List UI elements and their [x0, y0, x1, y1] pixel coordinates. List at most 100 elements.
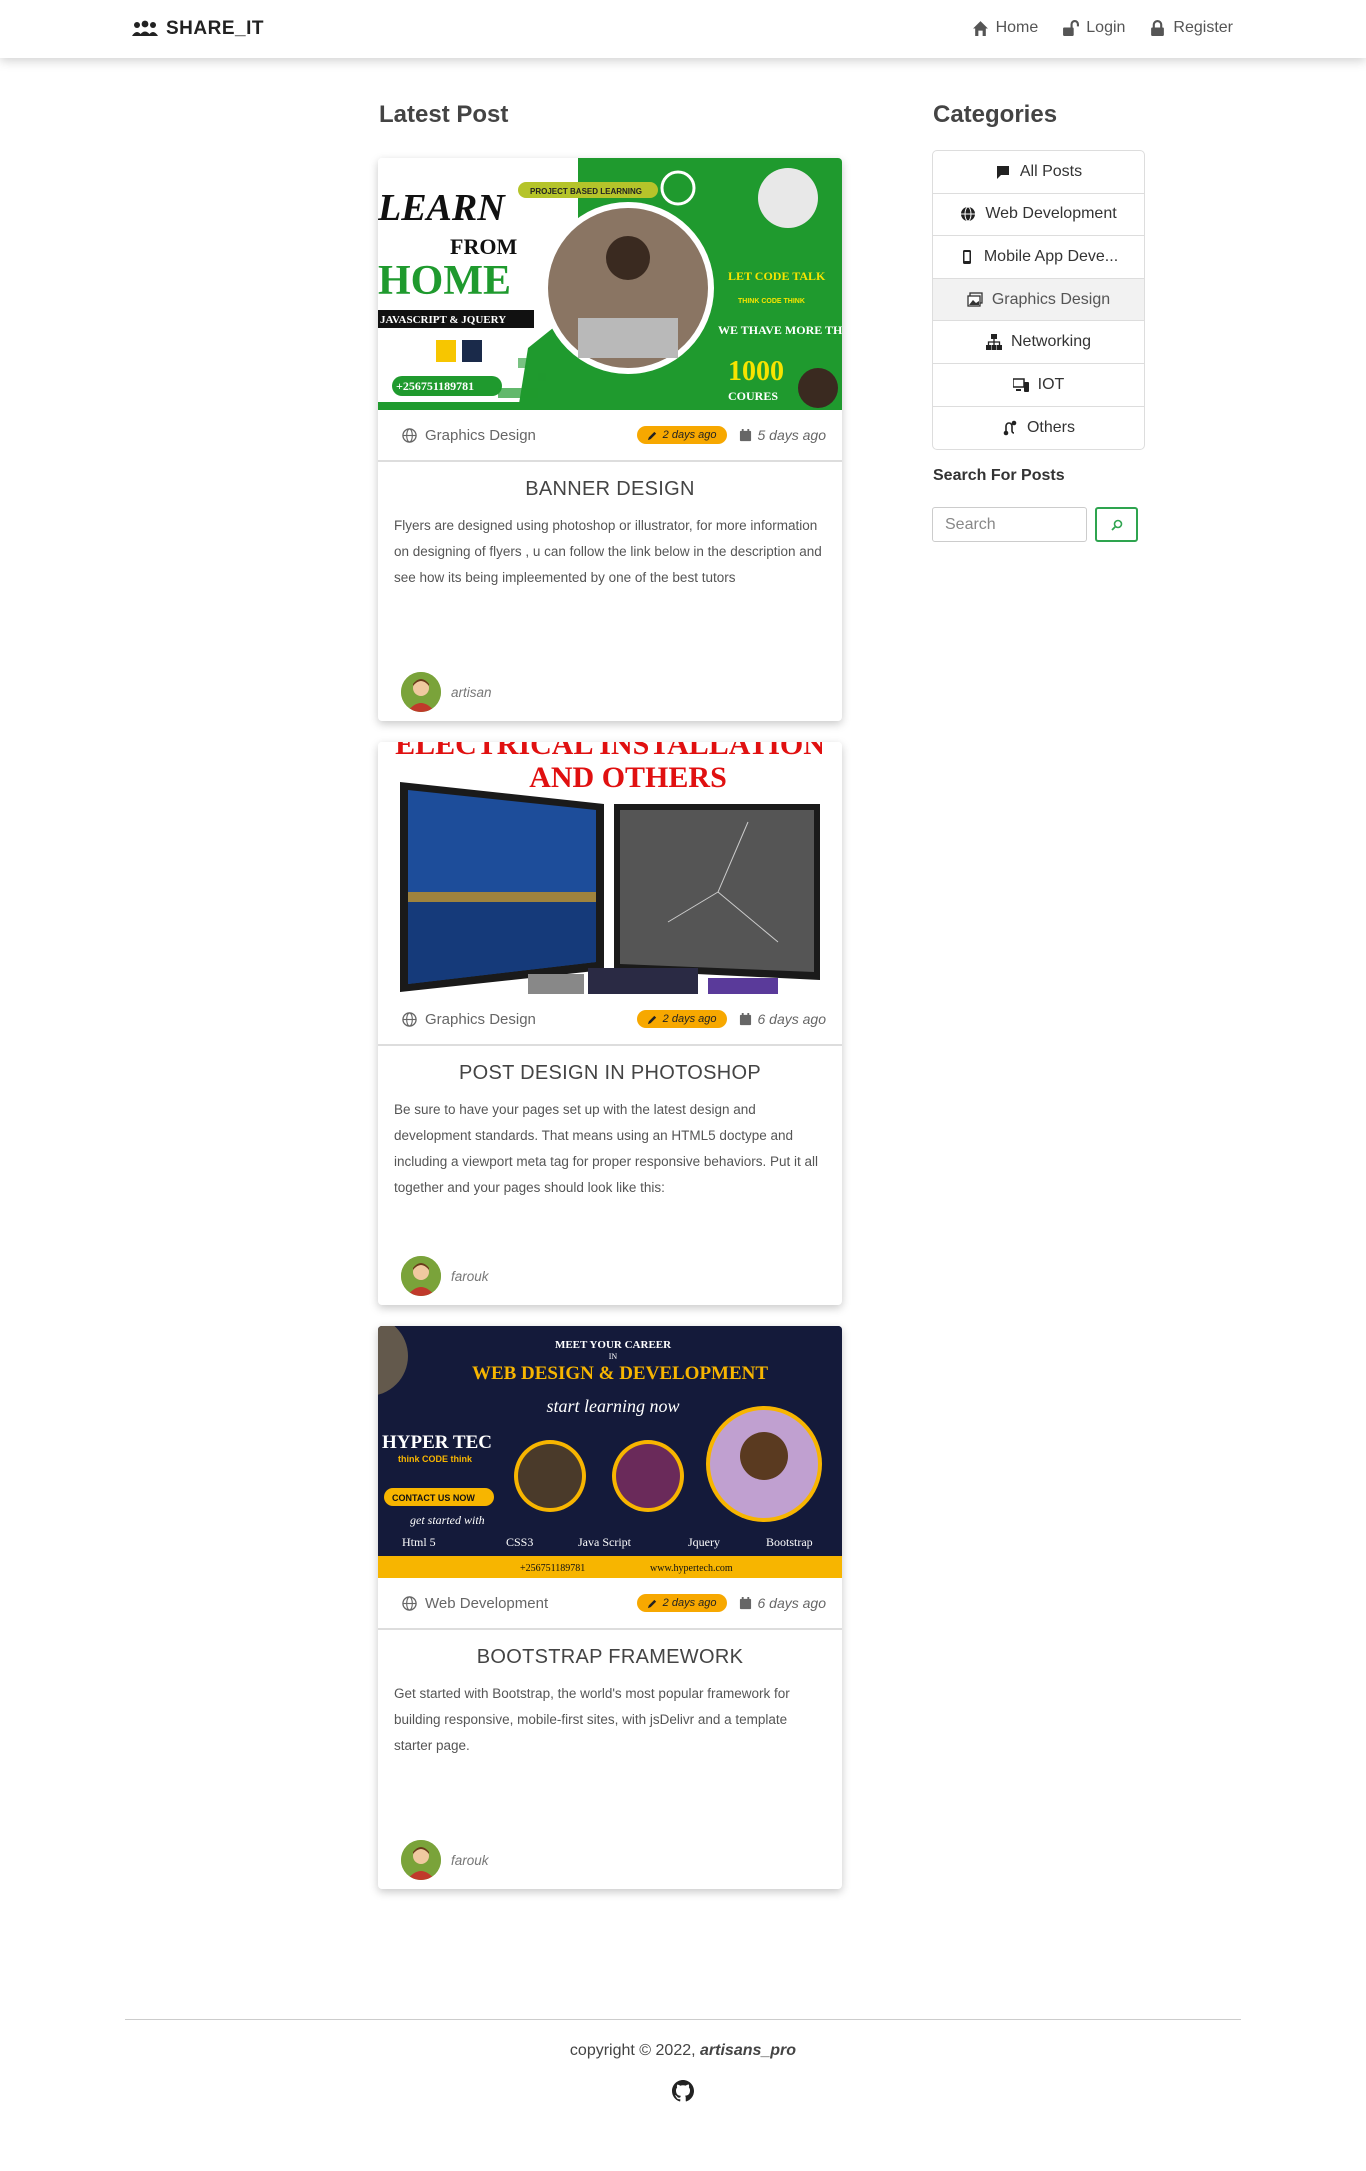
category-item-networking[interactable]: Networking [933, 321, 1144, 364]
post-category[interactable]: Graphics Design [402, 427, 637, 444]
category-item-graphics-design[interactable]: Graphics Design [933, 278, 1144, 322]
chat-icon [996, 165, 1009, 179]
web-tech-1: Html 5 [402, 1535, 436, 1549]
web-brand-text: HYPER TEC [382, 1432, 492, 1453]
banner-phone-text: +256751189781 [396, 379, 474, 393]
web-started-text: get started with [410, 1513, 485, 1527]
author-name: artisan [451, 684, 492, 700]
copyright-name[interactable]: artisans_pro [700, 2042, 796, 2059]
category-label: Mobile App Deve... [983, 247, 1119, 265]
pencil-icon [647, 1015, 656, 1024]
author-name: farouk [451, 1268, 489, 1284]
category-item-iot[interactable]: IOT [933, 364, 1144, 407]
post-date: 6 days ago [739, 1595, 826, 1611]
unlock-icon [1063, 19, 1080, 36]
post-category[interactable]: Web Development [402, 1595, 637, 1612]
post-meta: Graphics Design 2 days ago 5 days ago [378, 410, 842, 462]
status-badge: 2 days ago [636, 1010, 727, 1028]
banner-tag-text: PROJECT BASED LEARNING [530, 187, 642, 196]
network-icon [985, 334, 1002, 351]
categories-title: Categories [933, 101, 1058, 128]
pencil-icon [647, 431, 656, 440]
post-category-label: Graphics Design [425, 426, 536, 444]
post-card[interactable]: PROJECT BASED LEARNING LEARN FROM HOME J… [378, 158, 842, 721]
post-card[interactable]: ELECTRICAL INSTALLATION AND OTHERS Graph… [378, 742, 842, 1305]
nav-links: Home Login Register [972, 19, 1233, 37]
web-design-graphic: MEET YOUR CAREER IN WEB DESIGN & DEVELOP… [378, 1326, 842, 1578]
nav-login-link[interactable]: Login [1062, 19, 1125, 37]
category-list: All Posts Web Development Mobile App Dev… [932, 150, 1145, 451]
nav-register-link[interactable]: Register [1149, 19, 1233, 37]
post-image-electrical[interactable]: ELECTRICAL INSTALLATION AND OTHERS [378, 742, 842, 994]
author-name: farouk [451, 1852, 489, 1868]
banner-think-text: THINK CODE THINK [738, 298, 805, 305]
calendar-icon [739, 428, 751, 441]
banner-from-text: FROM [450, 234, 517, 259]
banner-design-graphic: PROJECT BASED LEARNING LEARN FROM HOME J… [378, 158, 842, 410]
nav-home-link[interactable]: Home [972, 19, 1038, 37]
web-brand-sub-text: think CODE think [398, 1454, 473, 1464]
web-site-text: www.hypertech.com [650, 1563, 733, 1574]
banner-coures-text: COURES [728, 389, 778, 403]
avatar [401, 1256, 441, 1296]
calendar-icon [739, 1596, 751, 1609]
category-label: Networking [1010, 333, 1092, 351]
web-script-text: start learning now [546, 1396, 679, 1416]
lock-icon [1151, 19, 1165, 36]
post-category[interactable]: Graphics Design [402, 1011, 637, 1028]
category-item-mobile-app[interactable]: Mobile App Deve... [933, 236, 1144, 279]
category-label: Others [1026, 418, 1075, 436]
post-author[interactable]: farouk [378, 1831, 842, 1889]
globe-icon [402, 1011, 417, 1027]
images-icon [967, 291, 983, 307]
post-title[interactable]: POST DESIGN IN PHOTOSHOP [378, 1062, 842, 1085]
post-category-label: Graphics Design [425, 1010, 536, 1028]
category-item-web-development[interactable]: Web Development [933, 194, 1144, 237]
search-button[interactable] [1095, 507, 1138, 542]
post-author[interactable]: artisan [378, 663, 842, 721]
post-image-webdesign[interactable]: MEET YOUR CAREER IN WEB DESIGN & DEVELOP… [378, 1326, 842, 1578]
search-label: Search For Posts [933, 467, 1065, 484]
navbar: SHARE_IT Home Login Register [0, 0, 1366, 58]
badge-label: 2 days ago [662, 1013, 717, 1025]
category-label: IOT [1037, 375, 1065, 393]
electrical-graphic: ELECTRICAL INSTALLATION AND OTHERS [378, 742, 842, 994]
phone-icon [962, 249, 971, 264]
post-date-label: 6 days ago [757, 1011, 827, 1027]
post-card[interactable]: MEET YOUR CAREER IN WEB DESIGN & DEVELOP… [378, 1326, 842, 1889]
post-excerpt: Get started with Bootstrap, the world's … [394, 1686, 790, 1753]
category-item-all-posts[interactable]: All Posts [933, 151, 1144, 194]
status-badge: 2 days ago [636, 1594, 727, 1612]
web-contact-text: CONTACT US NOW [392, 1493, 475, 1503]
web-tech-5: Bootstrap [766, 1535, 813, 1549]
search-input[interactable] [932, 507, 1087, 542]
web-tech-3: Java Script [578, 1535, 632, 1549]
user-avatar-icon [401, 1840, 441, 1880]
post-date-label: 5 days ago [757, 427, 827, 443]
post-title[interactable]: BANNER DESIGN [378, 478, 842, 501]
github-icon[interactable] [672, 2080, 694, 2102]
badge-label: 2 days ago [662, 429, 717, 441]
brand[interactable]: SHARE_IT [132, 18, 264, 40]
category-label: All Posts [1019, 162, 1083, 180]
devices-icon [1012, 378, 1029, 392]
globe-icon [961, 206, 976, 222]
nav-login-label: Login [1086, 19, 1126, 36]
globe-icon [402, 427, 417, 443]
user-avatar-icon [401, 672, 441, 712]
post-author[interactable]: farouk [378, 1247, 842, 1305]
badge-label: 2 days ago [662, 1597, 717, 1609]
electrical-line1-text: ELECTRICAL INSTALLATION [395, 742, 825, 761]
category-item-others[interactable]: Others [933, 407, 1144, 450]
banner-learn-text: LEARN [378, 187, 506, 229]
brand-name: SHARE_IT [166, 18, 264, 39]
web-phone-text: +256751189781 [520, 1563, 585, 1574]
route-icon [1003, 420, 1017, 436]
post-image-banner[interactable]: PROJECT BASED LEARNING LEARN FROM HOME J… [378, 158, 842, 410]
category-label: Graphics Design [991, 290, 1111, 308]
post-title[interactable]: BOOTSTRAP FRAMEWORK [378, 1646, 842, 1669]
search-icon [1110, 519, 1122, 531]
banner-code-talk-text: LET CODE TALK [728, 269, 826, 283]
latest-post-title: Latest Post [379, 101, 509, 128]
category-label: Web Development [985, 205, 1117, 223]
